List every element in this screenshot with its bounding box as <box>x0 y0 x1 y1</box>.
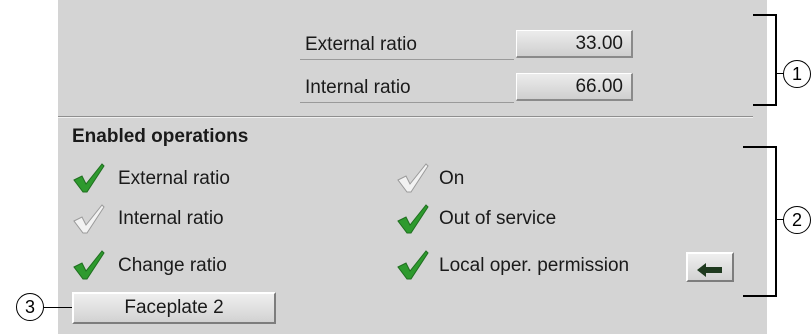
callout-2-bracket-bottom <box>743 295 777 297</box>
callout-1-bracket-bottom <box>753 104 777 106</box>
callout-1-marker: 1 <box>783 60 811 88</box>
local-permission-button[interactable] <box>686 252 734 282</box>
op-internal-ratio-label: Internal ratio <box>118 208 224 229</box>
internal-ratio-label: Internal ratio <box>305 77 411 98</box>
callout-1-bracket-top <box>753 14 777 16</box>
callout-2-bracket-top <box>743 146 777 148</box>
callout-3-marker: 3 <box>16 293 44 321</box>
callout-1-bracket-side <box>775 14 777 106</box>
external-ratio-value: 33.00 <box>516 30 633 58</box>
enabled-operations-title: Enabled operations <box>72 126 249 147</box>
arrow-left-icon <box>697 262 722 277</box>
external-ratio-underline <box>300 59 514 60</box>
internal-ratio-underline <box>300 102 514 103</box>
op-change-ratio-label: Change ratio <box>118 255 227 276</box>
op-local-permission-label: Local oper. permission <box>439 255 630 276</box>
check-enabled-icon <box>397 204 429 234</box>
op-external-ratio-label: External ratio <box>118 168 230 189</box>
op-on-label: On <box>439 168 465 189</box>
op-out-of-service-label: Out of service <box>439 208 557 229</box>
check-enabled-icon <box>73 250 105 280</box>
check-disabled-icon <box>73 204 105 234</box>
faceplate-2-button[interactable]: Faceplate 2 <box>72 292 276 324</box>
internal-ratio-value: 66.00 <box>516 73 633 101</box>
callout-3-leader <box>44 307 72 308</box>
check-disabled-icon <box>397 163 429 193</box>
external-ratio-label: External ratio <box>305 34 417 55</box>
callout-2-marker: 2 <box>783 206 811 234</box>
check-enabled-icon <box>73 163 105 193</box>
section-separator-highlight <box>58 117 753 118</box>
check-enabled-icon <box>397 250 429 280</box>
callout-2-bracket-side <box>775 146 777 297</box>
